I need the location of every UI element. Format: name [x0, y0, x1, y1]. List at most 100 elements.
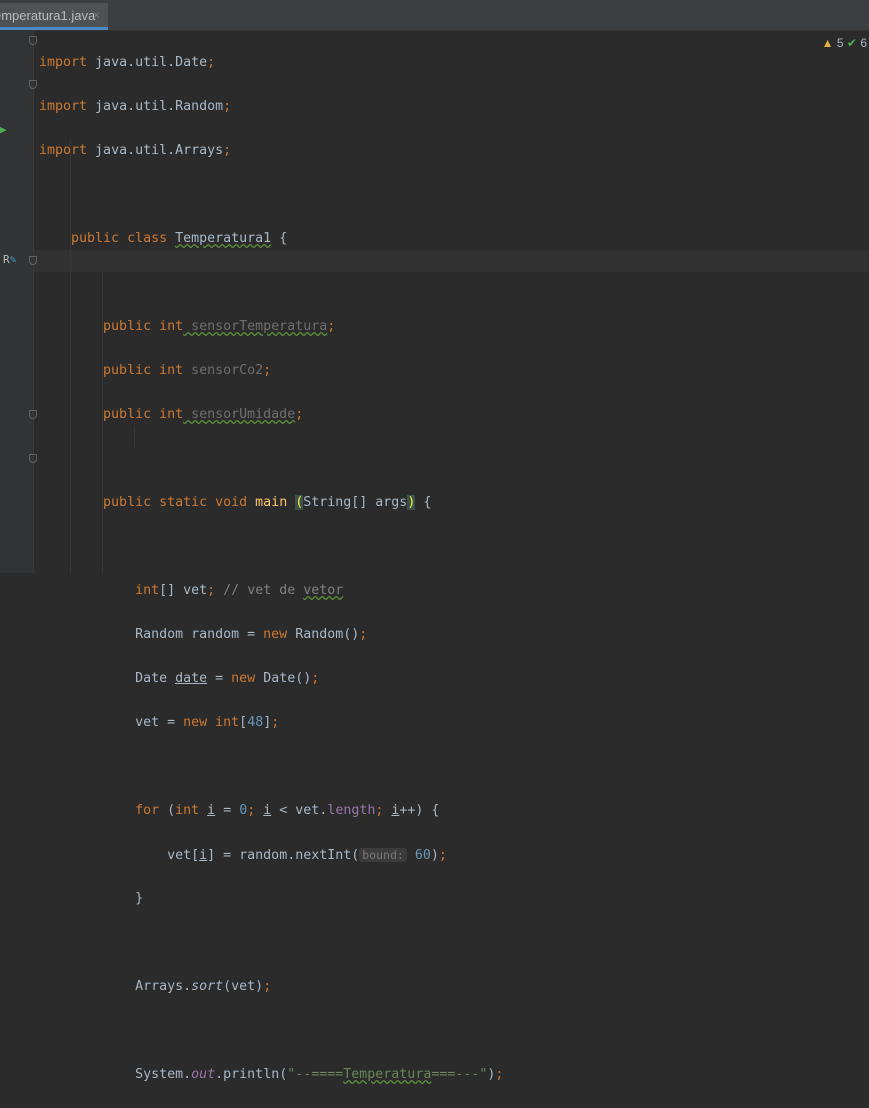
code-token: ] = random.nextInt(: [207, 848, 360, 863]
code-token: vet =: [135, 715, 184, 730]
code-token: ++) {: [399, 803, 440, 818]
code-token: new: [231, 671, 256, 686]
close-tab-icon[interactable]: ×: [93, 3, 100, 28]
code-token: Date: [135, 671, 176, 686]
code-token: ): [487, 1067, 496, 1082]
code-token: java.util.Random: [87, 99, 224, 114]
code-token: }: [135, 891, 144, 906]
check-icon: ✔: [846, 36, 857, 50]
code-token: import: [39, 99, 88, 114]
code-token: sensorUmidade: [183, 407, 296, 422]
code-line: public static void main (String[] args) …: [39, 492, 503, 514]
code-token: import: [39, 143, 88, 158]
code-token: Arrays.: [135, 979, 192, 994]
code-token: i: [199, 848, 208, 863]
code-token: {: [415, 495, 432, 510]
code-token: =: [215, 803, 240, 818]
code-token: 60: [414, 848, 431, 863]
code-token: date: [175, 671, 208, 686]
fold-icon[interactable]: [29, 256, 37, 265]
code-token: public int: [103, 407, 184, 422]
code-token: Random random =: [135, 627, 264, 642]
code-token: ;: [263, 363, 272, 378]
code-token: Date(): [255, 671, 312, 686]
code-token: ;: [207, 583, 216, 598]
code-token: 48: [247, 715, 264, 730]
code-token: ;: [271, 715, 280, 730]
code-line: Date date = new Date();: [39, 668, 503, 690]
code-token: ;: [223, 143, 232, 158]
code-line: import java.util.Date;: [39, 52, 503, 74]
code-line: import java.util.Arrays;: [39, 140, 503, 162]
code-token: "--====: [287, 1067, 344, 1082]
code-token: public int: [103, 363, 184, 378]
code-token: ;: [311, 671, 320, 686]
warning-count: 5: [836, 36, 844, 50]
code-token: (: [159, 803, 176, 818]
code-token: String[] args: [303, 495, 408, 510]
code-line: public int sensorTemperatura;: [39, 316, 503, 338]
run-icon[interactable]: ▶: [0, 123, 7, 136]
inspection-widget[interactable]: ▲ 5 ✔ 6: [822, 36, 867, 50]
code-token: (vet): [223, 979, 264, 994]
code-editor[interactable]: import java.util.Date; import java.util.…: [39, 30, 503, 1108]
code-token: public class: [71, 231, 168, 246]
code-token: [: [239, 715, 248, 730]
override-marker-label: R: [3, 253, 10, 266]
fold-icon[interactable]: [29, 454, 37, 463]
code-line: int[] vet; // vet de vetor: [39, 580, 503, 602]
code-token: // vet de: [215, 583, 304, 598]
editor-gutter: [0, 31, 33, 573]
code-line: public class Temperatura1 {: [39, 228, 503, 250]
code-token: main: [255, 495, 288, 510]
code-token: ;: [359, 627, 368, 642]
code-token: new: [263, 627, 288, 642]
code-line: Random random = new Random();: [39, 624, 503, 646]
code-token: i: [207, 803, 216, 818]
code-token: i: [263, 803, 272, 818]
fold-icon[interactable]: [29, 410, 37, 419]
editor-tab-bar: emperatura1.java ×: [0, 0, 869, 31]
code-token: < vet.: [271, 803, 328, 818]
code-token: ]: [263, 715, 272, 730]
code-token: {: [271, 231, 288, 246]
code-token: import: [39, 55, 88, 70]
code-token: ;: [247, 803, 264, 818]
code-token: System.: [135, 1067, 192, 1082]
fold-icon[interactable]: [29, 80, 37, 89]
code-token: ;: [295, 407, 304, 422]
code-line: vet = new int[48];: [39, 712, 503, 734]
code-token: new int: [183, 715, 240, 730]
code-line: public int sensorUmidade;: [39, 404, 503, 426]
tab-label: emperatura1.java: [0, 8, 96, 23]
code-token: public int: [103, 319, 184, 334]
code-token: vet[: [167, 848, 200, 863]
code-token: java.util.Date: [87, 55, 208, 70]
code-token: ;: [495, 1067, 504, 1082]
code-token: ;: [207, 55, 216, 70]
code-line: for (int i = 0; i < vet.length; i++) {: [39, 800, 503, 822]
code-line: import java.util.Random;: [39, 96, 503, 118]
code-token: out: [191, 1067, 216, 1082]
code-token: public static void: [103, 495, 248, 510]
code-token: ;: [223, 99, 232, 114]
code-token: length: [327, 803, 376, 818]
code-line: System.out.println("--====Temperatura===…: [39, 1064, 503, 1086]
tab-temperatura1-java[interactable]: emperatura1.java ×: [0, 3, 108, 30]
override-marker-icon[interactable]: R✎: [3, 253, 16, 266]
gutter-divider: [33, 31, 34, 573]
warning-icon: ▲: [821, 36, 834, 50]
code-token: ;: [263, 979, 272, 994]
fold-icon[interactable]: [29, 36, 37, 45]
code-token: sensorCo2: [183, 363, 264, 378]
code-token: ): [430, 848, 439, 863]
parameter-hint: bound:: [359, 848, 407, 862]
